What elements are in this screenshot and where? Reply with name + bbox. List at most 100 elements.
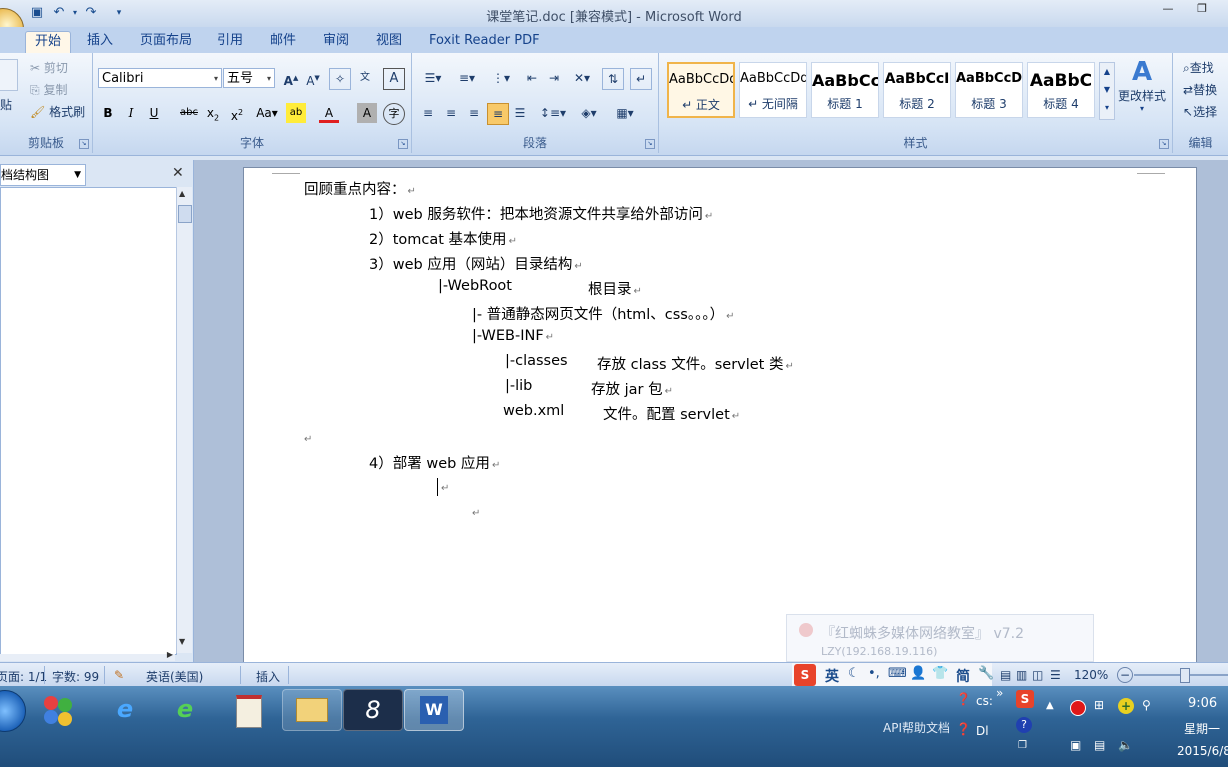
skin-icon[interactable]: 👕	[932, 666, 948, 681]
api-help-label[interactable]: API帮助文档	[883, 719, 950, 736]
record-icon[interactable]	[1070, 700, 1086, 716]
help-doc-icon[interactable]: ❓	[956, 692, 971, 706]
document-page[interactable]: 回顾重点内容： ↵ 1）web 服务软件：把本地资源文件共享给外部访问 ↵ 2）to…	[243, 167, 1197, 666]
network-tray-icon[interactable]: ⚲	[1142, 698, 1151, 712]
help-doc-icon[interactable]: ❓	[956, 722, 971, 736]
cut-button[interactable]: ✂ 剪切	[30, 58, 68, 78]
punctuation-icon[interactable]: •,	[868, 666, 880, 681]
align-right-icon[interactable]: ≡	[464, 103, 484, 123]
sogou-tray-icon[interactable]: S	[1016, 690, 1034, 708]
eclipse-app-icon[interactable]: 8	[343, 689, 403, 731]
styles-scroll[interactable]: ▲ ▼ ▾	[1099, 62, 1115, 120]
explorer-icon[interactable]	[282, 689, 342, 731]
multilevel-list-icon[interactable]: ⋮▾	[486, 68, 516, 88]
show-marks-icon[interactable]: ↵	[630, 68, 652, 90]
wrench-icon[interactable]: 🔧	[978, 666, 994, 681]
distributed-icon[interactable]: ☰	[510, 103, 530, 123]
format-painter-button[interactable]: 🖌 格式刷	[30, 102, 85, 122]
document-map-list[interactable]	[0, 187, 177, 655]
show-hidden-icons[interactable]: ▲	[1046, 700, 1054, 711]
network-icon[interactable]: ▤	[1094, 738, 1105, 752]
clipboard-launcher-icon[interactable]: ↘	[79, 139, 89, 149]
clock-weekday[interactable]: 星期一	[1184, 720, 1220, 737]
restore-button[interactable]: ❐	[1190, 2, 1214, 20]
subscript-icon[interactable]: x2	[203, 103, 223, 123]
style-heading-2[interactable]: AaBbCcI 标题 2	[883, 62, 951, 118]
select-button[interactable]: ↖选择	[1183, 102, 1217, 122]
scroll-thumb[interactable]	[178, 205, 192, 223]
paste-button[interactable]: 贴	[0, 95, 12, 115]
view-fullscreen-icon[interactable]: ▥	[1016, 668, 1027, 682]
moon-icon[interactable]: ☾	[848, 666, 860, 681]
find-button[interactable]: ⌕查找	[1183, 58, 1214, 78]
decrease-indent-icon[interactable]: ⇤	[522, 68, 542, 88]
tray-item-dl[interactable]: Dl	[976, 724, 989, 738]
add-tray-icon[interactable]: +	[1118, 698, 1134, 714]
clock-time[interactable]: 9:06	[1188, 696, 1217, 711]
font-size-combo[interactable]: 五号 ▾	[223, 68, 275, 88]
zoom-slider-thumb[interactable]	[1180, 668, 1190, 683]
bullets-icon[interactable]: ☰▾	[418, 68, 448, 88]
word-count[interactable]: 字数: 99	[52, 668, 99, 685]
style-no-spacing[interactable]: AaBbCcDd ↵ 无间隔	[739, 62, 807, 118]
clear-format-icon[interactable]: ✧	[329, 68, 351, 90]
numbering-icon[interactable]: ≡▾	[452, 68, 482, 88]
qat-customize-icon[interactable]: ▾	[110, 4, 128, 22]
tab-mailings[interactable]: 邮件	[261, 31, 305, 53]
simplified-toggle[interactable]: 简	[956, 666, 970, 686]
char-shading-icon[interactable]: A	[357, 103, 377, 123]
view-web-icon[interactable]: ◫	[1032, 668, 1043, 682]
scroll-down-icon[interactable]: ▼	[179, 637, 185, 646]
language-indicator[interactable]: 英语(美国)	[146, 668, 203, 685]
word-app-icon[interactable]: W	[404, 689, 464, 731]
volume-icon[interactable]: 🔈	[1118, 738, 1133, 752]
strikethrough-icon[interactable]: abc	[179, 103, 199, 123]
style-heading-1[interactable]: AaBbCc 标题 1	[811, 62, 879, 118]
font-color-icon[interactable]: A	[319, 103, 339, 123]
start-button[interactable]	[0, 690, 26, 732]
style-heading-3[interactable]: AaBbCcD 标题 3	[955, 62, 1023, 118]
tray-expand-icon[interactable]: »	[996, 686, 1003, 700]
enclosed-char-icon[interactable]: 字	[383, 103, 405, 125]
shading-icon[interactable]: ◈▾	[574, 103, 604, 123]
change-case-icon[interactable]: Aa▾	[253, 103, 281, 123]
view-print-layout-icon[interactable]: ▤	[1000, 668, 1011, 682]
superscript-icon[interactable]: x2	[227, 103, 247, 123]
help-circle-icon[interactable]: ?	[1016, 717, 1032, 733]
browser-icon[interactable]: e	[156, 689, 214, 729]
justify-icon[interactable]: ≡	[487, 103, 509, 125]
tray-item-cs[interactable]: cs:	[976, 694, 993, 708]
tab-home[interactable]: 开始	[25, 31, 72, 54]
ime-language-toggle[interactable]: 英	[825, 666, 839, 686]
tab-foxit-pdf[interactable]: Foxit Reader PDF	[420, 31, 549, 53]
align-center-icon[interactable]: ≡	[441, 103, 461, 123]
font-name-combo[interactable]: Calibri ▾	[98, 68, 222, 88]
phonetic-guide-icon[interactable]: 文	[355, 68, 375, 88]
tab-review[interactable]: 审阅	[314, 31, 358, 53]
pane-view-combo[interactable]: 档结构图 ▼	[0, 164, 86, 186]
sort-icon[interactable]: ⇅	[602, 68, 624, 90]
tab-view[interactable]: 视图	[367, 31, 411, 53]
line-spacing-icon[interactable]: ↕≡▾	[538, 103, 568, 123]
zoom-out-icon[interactable]: −	[1117, 667, 1133, 683]
window-restore-icon[interactable]: ❐	[1018, 740, 1027, 751]
borders-icon[interactable]: ▦▾	[610, 103, 640, 123]
pane-hscrollbar[interactable]: ▶	[0, 650, 175, 661]
pane-scrollbar[interactable]: ▲ ▼	[176, 187, 192, 653]
clipboard-tray-icon[interactable]: ▣	[1070, 738, 1081, 752]
app-colorful-icon[interactable]	[40, 694, 76, 730]
replace-button[interactable]: ⇄替换	[1183, 80, 1217, 100]
increase-indent-icon[interactable]: ⇥	[544, 68, 564, 88]
insert-mode[interactable]: 插入	[256, 668, 280, 685]
tab-insert[interactable]: 插入	[78, 31, 122, 53]
grow-font-icon[interactable]: A▲	[281, 68, 301, 88]
italic-icon[interactable]: I	[121, 103, 141, 123]
notepad-app-icon[interactable]	[220, 689, 278, 729]
tab-page-layout[interactable]: 页面布局	[131, 31, 201, 53]
proofing-icon[interactable]: ✎	[114, 668, 124, 682]
page-count[interactable]: 页面: 1/1	[0, 668, 47, 685]
view-outline-icon[interactable]: ☰	[1050, 668, 1061, 682]
shrink-font-icon[interactable]: A▼	[303, 68, 323, 88]
font-launcher-icon[interactable]: ↘	[398, 139, 408, 149]
copy-button[interactable]: ⎘ 复制	[30, 80, 67, 100]
